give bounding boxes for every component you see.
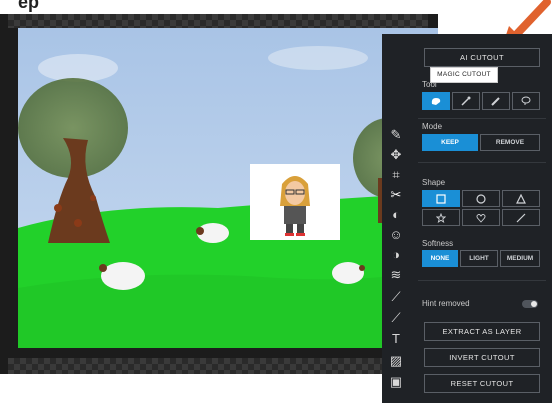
pen-icon[interactable]: ⟋: [389, 290, 403, 304]
shape-triangle[interactable]: [502, 190, 540, 207]
triangle-icon: [516, 193, 526, 204]
divider: [418, 118, 546, 119]
shape-star[interactable]: [422, 209, 460, 226]
image-icon[interactable]: ▣: [389, 375, 403, 389]
color-icon[interactable]: ◑: [389, 248, 403, 262]
divider: [418, 280, 546, 281]
lasso-icon: [521, 96, 531, 105]
image-canvas[interactable]: [18, 28, 438, 348]
magic-cutout-tooltip: MAGIC CUTOUT: [430, 67, 498, 83]
softness-medium-button[interactable]: MEDIUM: [500, 250, 540, 267]
transparency-checker-top: [8, 14, 428, 28]
tool-lasso-fill[interactable]: [422, 92, 450, 110]
face-icon[interactable]: ☺: [389, 228, 403, 242]
softness-none-button[interactable]: NONE: [422, 250, 458, 267]
magic-wand-icon: [461, 96, 471, 106]
edit-icon[interactable]: ✎: [389, 128, 403, 142]
text-icon[interactable]: T: [389, 332, 403, 346]
shape-square[interactable]: [422, 190, 460, 207]
ai-cutout-button[interactable]: AI CUTOUT: [424, 48, 540, 67]
adjust-icon[interactable]: ◐: [389, 208, 403, 222]
reset-cutout-button[interactable]: RESET CUTOUT: [424, 374, 540, 393]
softness-label: Softness: [422, 239, 454, 248]
page-title-partial: ep: [18, 0, 40, 12]
star-icon: [435, 212, 447, 224]
tool-lasso[interactable]: [512, 92, 540, 110]
invert-cutout-button[interactable]: INVERT CUTOUT: [424, 348, 540, 367]
avatar-cutout: [250, 164, 340, 240]
line-icon: [516, 213, 526, 223]
mode-keep-button[interactable]: KEEP: [422, 134, 478, 151]
hint-removed-toggle[interactable]: [522, 300, 538, 308]
wave-icon[interactable]: ≋: [389, 268, 403, 282]
heart-icon: [476, 214, 486, 223]
tool-rail: ✎ ✥ ⌗ ✂ ◐ ☺ ◑ ≋ ⟋ ⟋ T ▨ ▣: [382, 34, 410, 403]
mode-label: Mode: [422, 122, 443, 131]
square-icon: [436, 194, 446, 204]
tool-brush[interactable]: [482, 92, 510, 110]
tool-magic-cutout[interactable]: [452, 92, 480, 110]
softness-light-button[interactable]: LIGHT: [460, 250, 498, 267]
shape-line[interactable]: [502, 209, 540, 226]
shape-circle[interactable]: [462, 190, 500, 207]
brush-icon[interactable]: ⟋: [389, 311, 403, 325]
circle-icon: [476, 194, 486, 204]
scene-illustration: [18, 28, 438, 348]
brush-icon: [491, 97, 500, 106]
transparency-checker-bottom: [8, 358, 428, 374]
crop-icon[interactable]: ⌗: [389, 168, 403, 182]
scissors-icon[interactable]: ✂: [389, 188, 403, 202]
editor-sidebar: ✎ ✥ ⌗ ✂ ◐ ☺ ◑ ≋ ⟋ ⟋ T ▨ ▣ AI CUTOUT Tool…: [382, 34, 552, 403]
divider: [418, 162, 546, 163]
mode-remove-button[interactable]: REMOVE: [480, 134, 540, 151]
fill-shape-icon: [431, 98, 441, 105]
hint-removed-label: Hint removed: [422, 299, 470, 308]
extract-as-layer-button[interactable]: EXTRACT AS LAYER: [424, 322, 540, 341]
shape-heart[interactable]: [462, 209, 500, 226]
texture-icon[interactable]: ▨: [389, 354, 403, 368]
move-icon[interactable]: ✥: [389, 148, 403, 162]
shape-label: Shape: [422, 178, 446, 187]
